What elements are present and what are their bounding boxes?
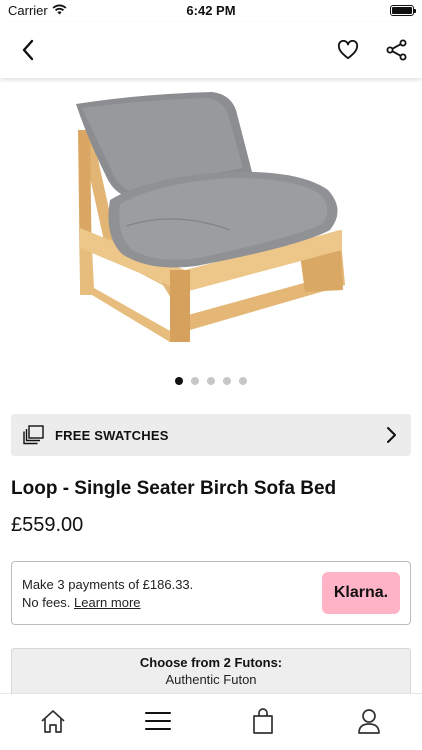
carousel-dots xyxy=(0,377,422,385)
tab-bag[interactable] xyxy=(248,706,278,736)
chevron-left-icon xyxy=(22,39,34,61)
swatches-icon xyxy=(23,425,44,445)
bag-icon xyxy=(253,708,273,734)
product-title: Loop - Single Seater Birch Sofa Bed xyxy=(11,478,337,499)
share-icon xyxy=(386,39,407,61)
tab-home[interactable] xyxy=(38,706,68,736)
nav-bar xyxy=(0,22,422,78)
klarna-text: Make 3 payments of £186.33. No fees. Lea… xyxy=(22,576,193,612)
carousel-dot[interactable] xyxy=(207,377,215,385)
account-icon xyxy=(358,709,380,734)
share-button[interactable] xyxy=(381,34,413,66)
battery-fill xyxy=(392,7,412,14)
carousel-dot[interactable] xyxy=(223,377,231,385)
klarna-line1: Make 3 payments of £186.33. xyxy=(22,577,194,592)
swatches-label: FREE SWATCHES xyxy=(55,427,169,443)
carousel-dot[interactable] xyxy=(191,377,199,385)
klarna-fees-text: No fees. xyxy=(22,595,75,610)
tab-bar xyxy=(0,693,422,750)
carousel-dot[interactable] xyxy=(175,377,183,385)
heart-icon xyxy=(337,40,359,60)
carousel-dot[interactable] xyxy=(239,377,247,385)
favorite-button[interactable] xyxy=(332,34,364,66)
klarna-line2: No fees. Learn more xyxy=(22,594,193,612)
klarna-logo: Klarna. xyxy=(322,572,400,614)
tab-menu[interactable] xyxy=(143,706,173,736)
futon-selector[interactable]: Choose from 2 Futons: Authentic Futon xyxy=(11,648,411,693)
status-bar: Carrier 6:42 PM xyxy=(0,0,422,22)
status-time: 6:42 PM xyxy=(186,3,236,18)
chevron-right-icon xyxy=(387,427,396,443)
learn-more-link[interactable]: Learn more xyxy=(74,595,140,610)
product-price: £559.00 xyxy=(11,514,84,536)
battery-icon xyxy=(390,5,416,16)
menu-icon xyxy=(145,712,171,730)
home-icon xyxy=(41,710,65,733)
futon-title: Choose from 2 Futons: xyxy=(139,655,283,670)
back-button[interactable] xyxy=(12,34,44,66)
product-image[interactable] xyxy=(0,80,422,370)
futon-selected-value: Authentic Futon xyxy=(165,672,257,687)
tab-account[interactable] xyxy=(354,706,384,736)
free-swatches-button[interactable]: FREE SWATCHES xyxy=(11,414,411,456)
klarna-box: Make 3 payments of £186.33. No fees. Lea… xyxy=(11,561,411,625)
